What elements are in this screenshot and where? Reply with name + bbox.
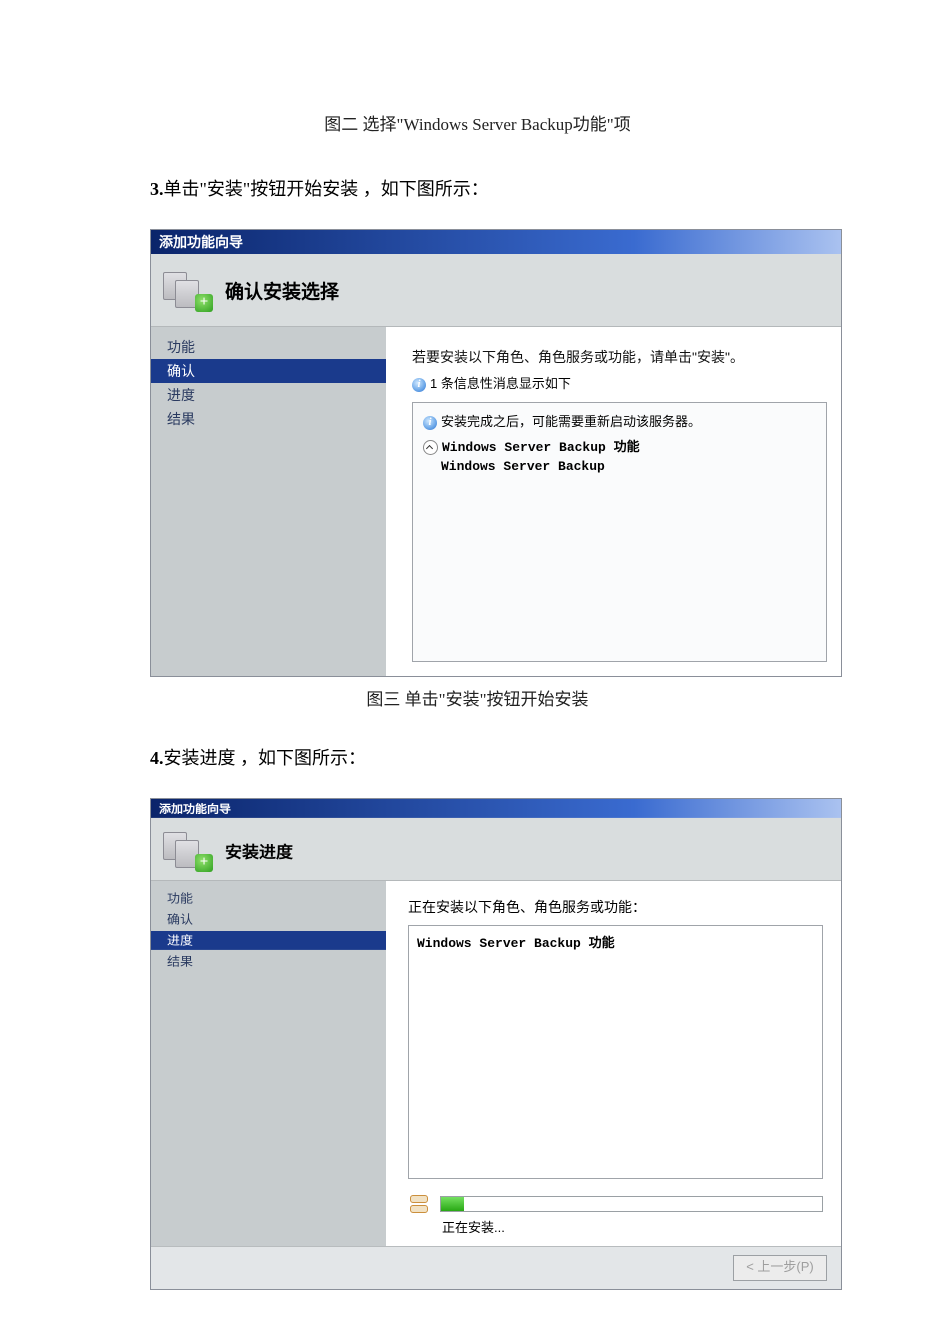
wizard2-header: + 安装进度 (151, 820, 841, 880)
wizard2-nav-progress[interactable]: 进度 (151, 931, 386, 950)
progress-bar-fill (441, 1197, 464, 1211)
wizard1-feature: Windows Server Backup 功能 (423, 436, 816, 455)
wizard2-topline: 正在安装以下角色、角色服务或功能： (408, 897, 823, 917)
plus-icon: + (195, 294, 213, 312)
wizard1-nav-progress[interactable]: 进度 (151, 383, 386, 407)
wizard2-feature-list: Windows Server Backup 功能 (408, 925, 823, 1179)
wizard1-titlebar: 添加功能向导 (151, 230, 841, 254)
wizard1-header: + 确认安装选择 (151, 254, 841, 326)
info-icon: i (412, 378, 426, 392)
wizard1-feature-text: Windows Server Backup 功能 (442, 440, 640, 455)
wizard1-header-title: 确认安装选择 (225, 277, 339, 304)
wizard1-infoline-text: 1 条信息性消息显示如下 (430, 376, 571, 391)
wizard-confirm-install: 添加功能向导 + 确认安装选择 功能 确认 进度 结果 若要安装以下角色、角色服… (150, 229, 842, 677)
wizard1-content: 若要安装以下角色、角色服务或功能，请单击"安装"。 i1 条信息性消息显示如下 … (386, 327, 841, 676)
wizard1-box-line1-text: 安装完成之后，可能需要重新启动该服务器。 (441, 414, 701, 429)
step-4-text: 安装进度 ，如下图所示： (164, 748, 367, 768)
progress-bar-row (408, 1195, 823, 1213)
wizard2-feature: Windows Server Backup 功能 (417, 932, 814, 951)
wizard-icon: + (163, 270, 211, 310)
wizard-install-progress: 添加功能向导 + 安装进度 功能 确认 进度 结果 正在安装以下角色、角色服务或… (150, 798, 842, 1290)
wizard2-header-title: 安装进度 (225, 839, 293, 862)
figure-caption-2: 图二 选择"Windows Server Backup功能"项 (150, 110, 805, 135)
step-3-text: 单击"安装"按钮开始安装 ，如下图所示： (164, 179, 489, 199)
progress-spinner-icon (408, 1195, 430, 1213)
wizard2-sidebar: 功能 确认 进度 结果 (151, 881, 386, 1246)
wizard1-details-box: i 安装完成之后，可能需要重新启动该服务器。 Windows Server Bac… (412, 402, 827, 662)
wizard2-content: 正在安装以下角色、角色服务或功能： Windows Server Backup … (386, 881, 841, 1246)
step-4-num: 4. (150, 748, 164, 768)
wizard1-box-line1: i 安装完成之后，可能需要重新启动该服务器。 (423, 411, 816, 430)
wizard2-nav-features[interactable]: 功能 (151, 889, 386, 908)
step-3-num: 3. (150, 179, 164, 199)
wizard1-nav-confirm[interactable]: 确认 (151, 359, 386, 383)
step-4: 4.安装进度 ，如下图所示： (150, 744, 805, 770)
plus-icon: + (195, 854, 213, 872)
wizard1-topline: 若要安装以下角色、角色服务或功能，请单击"安装"。 (412, 341, 827, 371)
wizard2-nav-confirm[interactable]: 确认 (151, 910, 386, 929)
wizard1-feature-sub: Windows Server Backup (441, 459, 816, 474)
wizard1-infoline: i 1 条信息性消息显示如下 (412, 371, 827, 402)
wizard2-titlebar: 添加功能向导 (151, 799, 841, 818)
wizard2-nav-result[interactable]: 结果 (151, 952, 386, 971)
progress-bar (440, 1196, 823, 1212)
wizard1-nav-result[interactable]: 结果 (151, 407, 386, 431)
wizard2-footer: < 上一步(P) (151, 1246, 841, 1289)
wizard-icon: + (163, 830, 211, 870)
info-icon: i (423, 416, 437, 430)
wizard1-nav-features[interactable]: 功能 (151, 335, 386, 359)
wizard1-sidebar: 功能 确认 进度 结果 (151, 327, 386, 676)
progress-bar-label: 正在安装... (442, 1217, 823, 1236)
back-button[interactable]: < 上一步(P) (733, 1255, 827, 1281)
collapse-icon[interactable] (423, 440, 438, 455)
figure-caption-3: 图三 单击"安装"按钮开始安装 (150, 685, 805, 710)
step-3: 3.单击"安装"按钮开始安装 ，如下图所示： (150, 175, 805, 201)
